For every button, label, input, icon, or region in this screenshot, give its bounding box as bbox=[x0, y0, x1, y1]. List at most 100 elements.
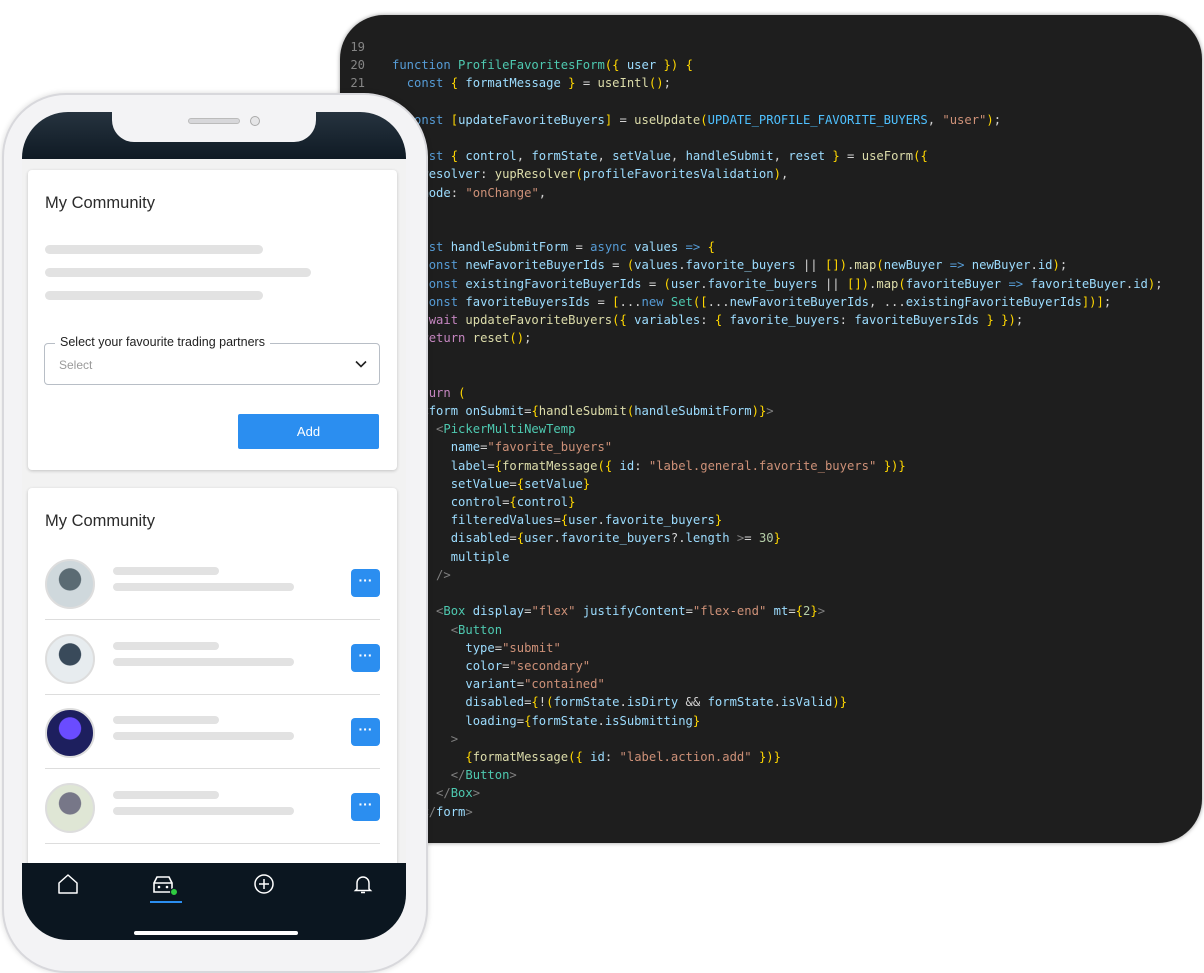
line-number: 21 bbox=[350, 76, 365, 91]
community-form-card: My Community Select your favourite tradi… bbox=[28, 170, 397, 470]
status-bar bbox=[22, 112, 406, 159]
code-line: return ( bbox=[340, 384, 1163, 402]
code-line: {formatMessage({ id: "label.action.add" … bbox=[340, 748, 1163, 766]
line-number: 20 bbox=[350, 58, 365, 73]
chevron-down-icon bbox=[355, 360, 367, 368]
code-line: label={formatMessage({ id: "label.genera… bbox=[340, 457, 1163, 475]
camera-icon bbox=[250, 116, 260, 126]
skeleton-line bbox=[113, 732, 294, 740]
home-icon[interactable] bbox=[57, 873, 79, 895]
code-line: const favoriteBuyersIds = [...new Set([.… bbox=[340, 293, 1163, 311]
code-line bbox=[340, 584, 1163, 602]
code-text: const { control, formState, setValue, ha… bbox=[407, 149, 928, 164]
code-line: ); bbox=[340, 821, 1163, 839]
car-icon[interactable] bbox=[150, 873, 180, 897]
notch bbox=[112, 112, 316, 142]
code-line: color="secondary" bbox=[340, 657, 1163, 675]
code-line: </Box> bbox=[340, 784, 1163, 802]
code-text: const { formatMessage } = useIntl(); bbox=[406, 76, 671, 91]
code-text: <Box display="flex" justifyContent="flex… bbox=[436, 604, 826, 619]
card-title: My Community bbox=[45, 194, 156, 212]
code-editor: 19 20 function ProfileFavoritesForm({ user… bbox=[340, 15, 1202, 843]
add-button[interactable]: Add bbox=[238, 414, 379, 449]
code-line: <Button bbox=[340, 621, 1163, 639]
code-line: <Box display="flex" justifyContent="flex… bbox=[340, 602, 1163, 620]
skeleton-line bbox=[45, 268, 311, 277]
code-line: const { control, formState, setValue, ha… bbox=[340, 147, 1163, 165]
line-number: 19 bbox=[350, 40, 365, 54]
list-item: ··· bbox=[45, 546, 380, 620]
code-line: filteredValues={user.favorite_buyers} bbox=[340, 511, 1163, 529]
code-text: function ProfileFavoritesForm({ user }) … bbox=[392, 58, 693, 73]
more-options-button[interactable]: ··· bbox=[351, 792, 380, 821]
code-line: 21 const { formatMessage } = useIntl(); bbox=[340, 74, 1163, 92]
add-circle-icon[interactable] bbox=[253, 873, 275, 895]
more-options-button[interactable]: ··· bbox=[351, 569, 380, 597]
avatar bbox=[45, 708, 95, 758]
code-text: loading={formState.isSubmitting} bbox=[465, 713, 701, 728]
skeleton-line bbox=[113, 641, 219, 650]
code-line: 19 bbox=[340, 38, 1163, 56]
code-line: mode: "onChange", bbox=[340, 184, 1163, 202]
list-item: ··· bbox=[45, 770, 380, 844]
code-line: /> bbox=[340, 566, 1163, 584]
code-line: 22 bbox=[340, 93, 1163, 111]
code-line: const [updateFavoriteBuyers] = useUpdate… bbox=[340, 111, 1163, 129]
select-label: Select your favourite trading partners bbox=[55, 335, 270, 349]
code-text: const favoriteBuyersIds = [...new Set([.… bbox=[421, 294, 1112, 309]
community-list-card: My Community ··· ··· ··· ··· bbox=[28, 488, 397, 888]
list-item: ··· bbox=[45, 695, 380, 769]
skeleton-line bbox=[113, 567, 219, 575]
more-options-button[interactable]: ··· bbox=[351, 718, 380, 746]
code-text: <form onSubmit={handleSubmit(handleSubmi… bbox=[421, 404, 774, 419]
code-text: const handleSubmitForm = async values =>… bbox=[407, 240, 715, 255]
code-line: <PickerMultiNewTemp bbox=[340, 420, 1163, 438]
code-line: setValue={setValue} bbox=[340, 475, 1163, 493]
code-line: name="favorite_buyers" bbox=[340, 438, 1163, 456]
code-line: </form> bbox=[340, 803, 1163, 821]
skeleton-line bbox=[113, 657, 294, 666]
code-text: label={formatMessage({ id: "label.genera… bbox=[450, 458, 906, 473]
code-line: return reset(); bbox=[340, 329, 1163, 347]
bell-icon[interactable] bbox=[352, 873, 374, 895]
card-title: My Community bbox=[45, 512, 156, 530]
code-line bbox=[340, 366, 1163, 384]
active-tab-indicator bbox=[150, 901, 182, 903]
code-line: await updateFavoriteBuyers({ variables: … bbox=[340, 311, 1163, 329]
skeleton-line bbox=[113, 806, 294, 815]
code-text: await updateFavoriteBuyers({ variables: … bbox=[421, 313, 1024, 328]
avatar bbox=[45, 782, 95, 833]
bottom-nav bbox=[22, 863, 406, 940]
avatar bbox=[45, 633, 95, 684]
code-text: filteredValues={user.favorite_buyers} bbox=[450, 513, 723, 528]
more-options-button[interactable]: ··· bbox=[351, 643, 380, 672]
skeleton-line bbox=[45, 291, 263, 300]
code-line: > bbox=[340, 730, 1163, 748]
code-line: }; bbox=[340, 347, 1163, 365]
code-text: {formatMessage({ id: "label.action.add" … bbox=[465, 749, 781, 764]
code-line: control={control} bbox=[340, 493, 1163, 511]
trading-partners-select[interactable]: Select your favourite trading partners S… bbox=[44, 335, 380, 385]
skeleton-line bbox=[113, 790, 219, 799]
code-line: <form onSubmit={handleSubmit(handleSubmi… bbox=[340, 402, 1163, 420]
code-text: disabled={!(formState.isDirty && formSta… bbox=[465, 695, 848, 710]
code-text: const [updateFavoriteBuyers] = useUpdate… bbox=[406, 112, 1002, 127]
code-line: variant="contained" bbox=[340, 675, 1163, 693]
list-item: ··· bbox=[45, 621, 380, 695]
code-text: const newFavoriteBuyerIds = (values.favo… bbox=[421, 258, 1068, 273]
code-line: disabled={user.favorite_buyers?.length >… bbox=[340, 529, 1163, 547]
code-line: type="submit" bbox=[340, 639, 1163, 657]
code-line: loading={formState.isSubmitting} bbox=[340, 712, 1163, 730]
code-line: const newFavoriteBuyerIds = (values.favo… bbox=[340, 256, 1163, 274]
code-line: const handleSubmitForm = async values =>… bbox=[340, 238, 1163, 256]
skeleton-line bbox=[113, 716, 219, 724]
code-line: 20 function ProfileFavoritesForm({ user }… bbox=[340, 56, 1163, 74]
code-text: disabled={user.favorite_buyers?.length >… bbox=[450, 531, 781, 546]
code-line: </Button> bbox=[340, 766, 1163, 784]
code-line: resolver: yupResolver(profileFavoritesVa… bbox=[340, 165, 1163, 183]
code-line: multiple bbox=[340, 548, 1163, 566]
avatar bbox=[45, 559, 95, 609]
speaker-icon bbox=[188, 118, 240, 124]
code-line bbox=[340, 220, 1163, 238]
phone-screen: My Community Select your favourite tradi… bbox=[22, 112, 406, 940]
